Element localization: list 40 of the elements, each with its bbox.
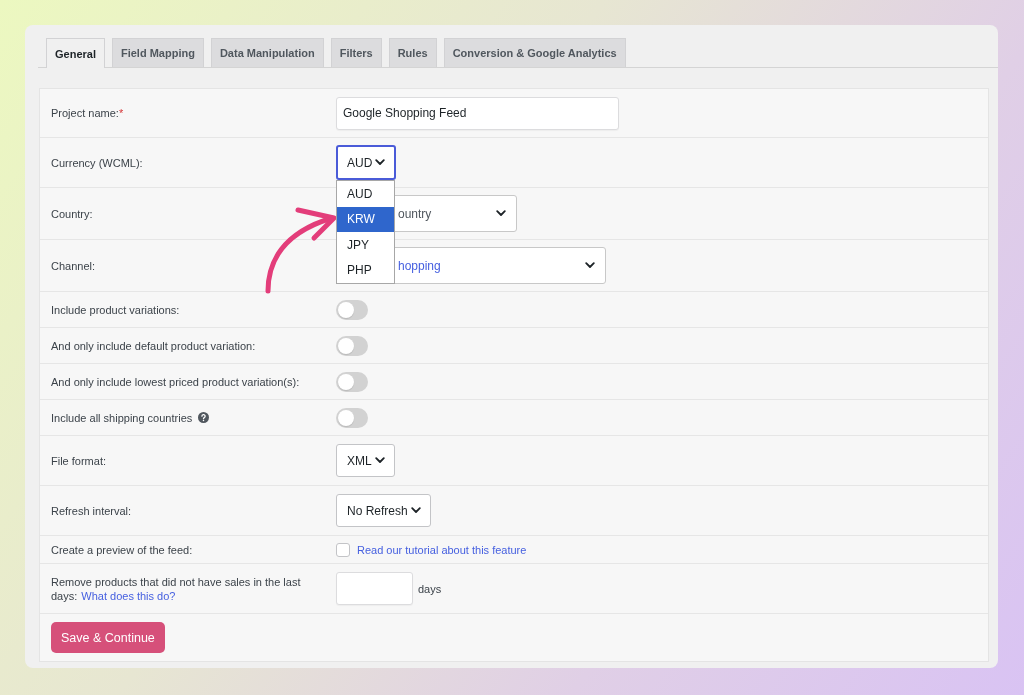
tab[interactable]: Filters [330, 38, 382, 67]
field-label: Include product variations: [51, 302, 180, 317]
field-label: File format: [51, 453, 106, 468]
field-label: Remove products that did not have sales in the last days: What does this do? [51, 574, 302, 603]
field-label: Currency (WCML): [51, 155, 143, 170]
field-label: And only include lowest priced product variation(s): [51, 374, 300, 389]
chevron-icon [375, 159, 386, 166]
field-label: Country: [51, 206, 93, 221]
tab[interactable]: Rules [388, 38, 437, 67]
field-label: Create a preview of the feed: [51, 542, 193, 557]
tab[interactable]: Data Manipulation [210, 38, 324, 67]
tab[interactable]: Field Mapping [111, 38, 204, 67]
field-label: Refresh interval: [51, 503, 132, 518]
chevron-icon [410, 507, 421, 514]
select-field[interactable]: AUD [336, 145, 397, 180]
select-field[interactable]: XML [336, 444, 395, 477]
dropdown-option[interactable]: PHP [337, 257, 394, 283]
toggle-switch[interactable] [336, 335, 368, 356]
chevron-icon [374, 457, 385, 464]
tab[interactable]: General [46, 38, 105, 68]
tab[interactable]: Conversion & Google Analytics [443, 38, 626, 67]
field-label: And only include default product variation: [51, 338, 256, 353]
chevron-icon [496, 210, 506, 217]
dropdown-option[interactable]: KRW [337, 206, 394, 232]
field-label: Channel: [51, 258, 96, 273]
toggle-switch[interactable] [336, 407, 368, 428]
toggle-switch[interactable] [336, 299, 368, 320]
chevron-icon [585, 262, 595, 269]
save-continue-button[interactable]: Save & Continue [51, 622, 165, 653]
required-mark: * [118, 106, 124, 120]
field-label: Include all shipping countries [51, 410, 193, 425]
checkbox[interactable] [336, 542, 350, 557]
unit-label: days [418, 582, 442, 595]
toggle-switch[interactable] [336, 371, 368, 392]
field-label: Project name: [51, 106, 119, 120]
number-input[interactable] [336, 572, 413, 605]
text-input[interactable]: Google Shopping Feed [336, 96, 619, 130]
tutorial-link[interactable]: Read our tutorial about this feature [357, 543, 527, 556]
help-link[interactable]: What does this do? [81, 589, 176, 602]
select-field[interactable]: No Refresh [336, 494, 431, 527]
